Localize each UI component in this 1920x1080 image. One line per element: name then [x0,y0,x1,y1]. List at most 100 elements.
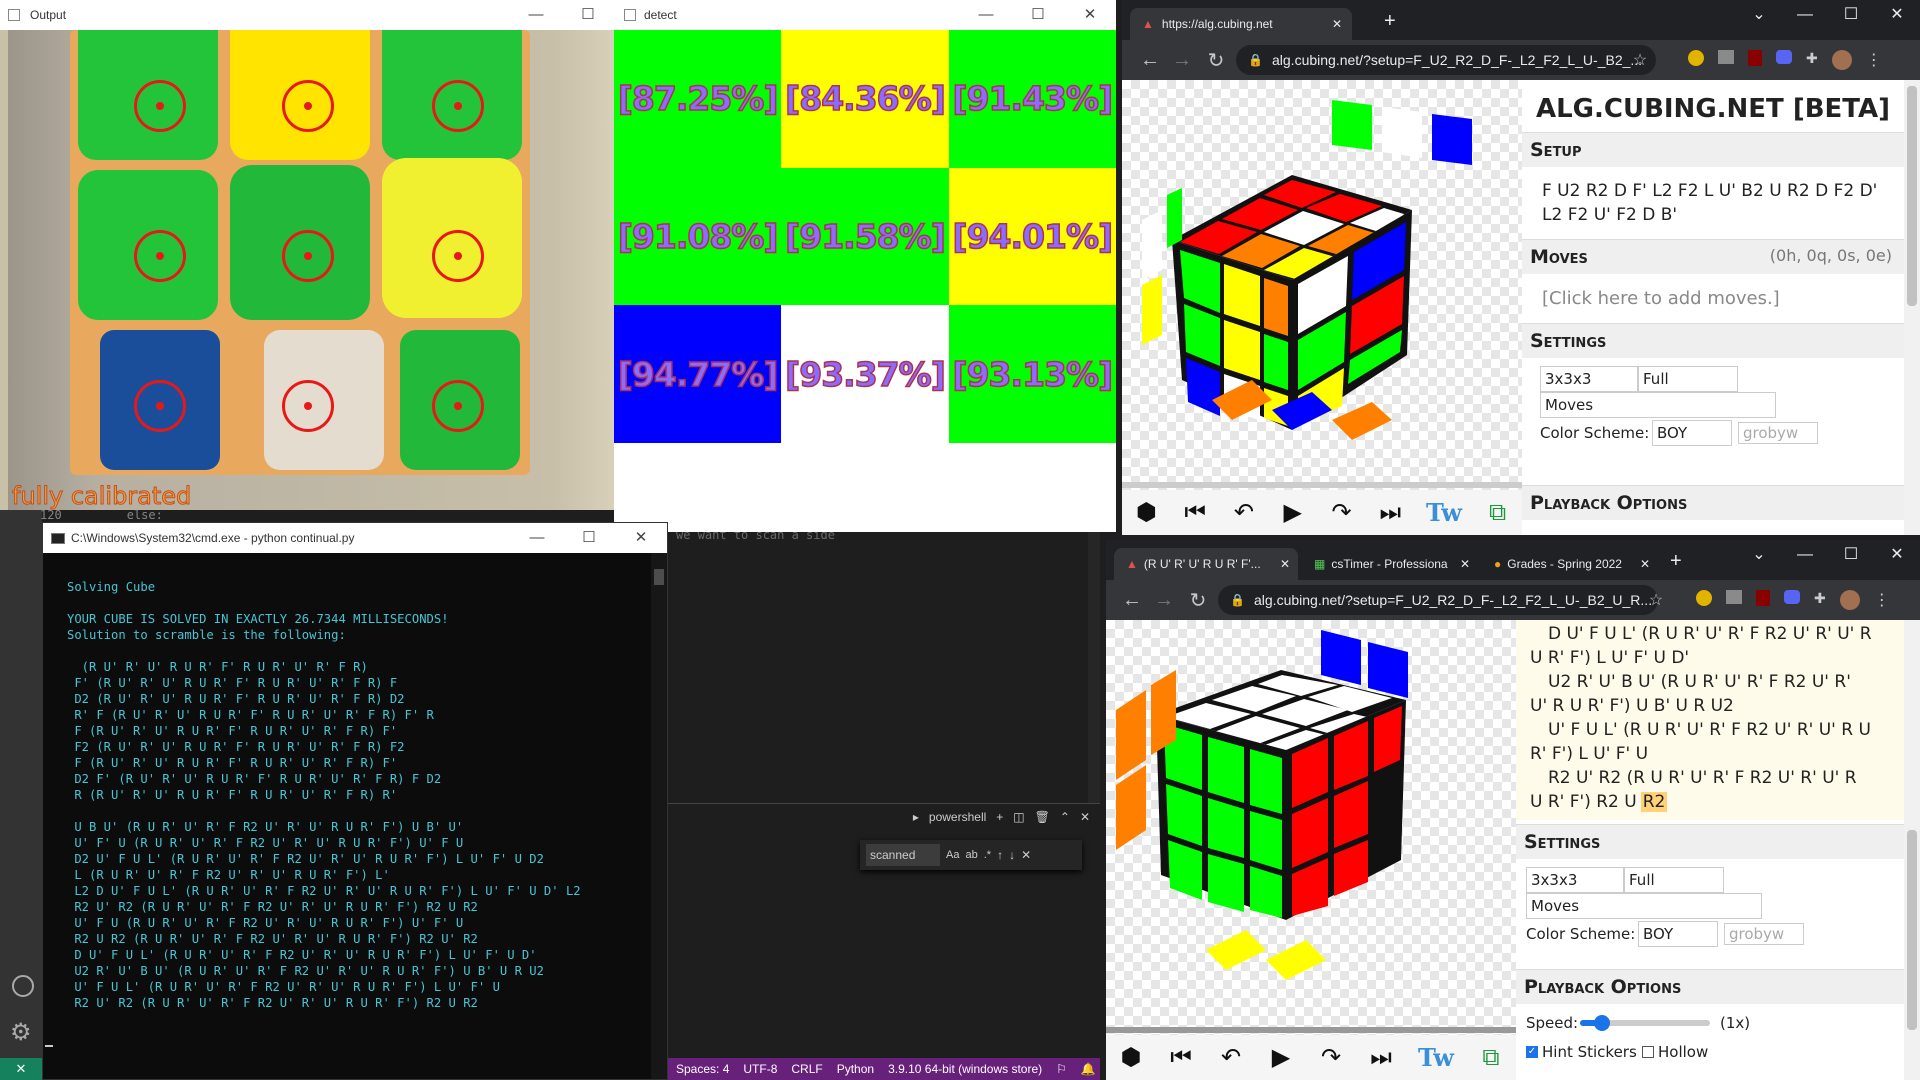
back-icon[interactable]: ← [1138,49,1162,72]
current-move-highlight[interactable]: R2 [1640,792,1668,812]
tab-alg-cubing[interactable]: ▲ https://alg.cubing.net ✕ [1130,8,1352,40]
step-forward-icon[interactable]: ↷ [1306,1043,1356,1072]
split-terminal-icon[interactable]: ◫ [1013,810,1024,824]
bell-icon[interactable]: 🔔 [1081,1062,1096,1076]
stage-select[interactable]: Full [1638,366,1738,392]
prev-match-icon[interactable]: ↑ [997,848,1003,862]
tab-cstimer[interactable]: ▦ csTimer - Professiona ✕ [1302,548,1478,580]
extension-icon[interactable] [1696,590,1712,606]
status-encoding[interactable]: UTF-8 [743,1062,777,1076]
back-icon[interactable]: ← [1120,589,1144,612]
gear-icon[interactable]: ⚙ [10,1018,32,1047]
avatar[interactable] [1839,590,1860,610]
ublock-icon[interactable] [1756,590,1770,606]
setup-text[interactable]: F U2 R2 D F' L2 F2 L U' B2 U R2 D F2 D' … [1522,167,1904,239]
close-tab-icon[interactable]: ✕ [1640,557,1650,571]
extension-icon[interactable] [1688,50,1704,66]
reload-icon[interactable]: ↻ [1186,588,1210,613]
timeline-slider[interactable] [1106,1027,1516,1033]
step-back-icon[interactable]: ↶ [1220,498,1269,527]
extension-icon[interactable] [1726,590,1742,604]
cube-view-icon[interactable]: ⬢ [1106,1043,1156,1072]
extension-icon[interactable] [1718,50,1734,64]
minimize-button[interactable]: — [1782,540,1828,570]
color-scheme-select[interactable]: BOY [1652,420,1732,446]
step-back-icon[interactable]: ↶ [1206,1043,1256,1072]
maximize-button[interactable]: ☐ [1012,0,1064,30]
maximize-button[interactable]: ☐ [1828,0,1874,30]
color-scheme-input[interactable]: grobyw [1738,422,1818,444]
cube-view-icon[interactable]: ⬢ [1122,498,1171,527]
scroll-thumb[interactable] [1907,830,1917,1030]
star-icon[interactable]: ☆ [1644,590,1668,610]
close-find-icon[interactable]: ✕ [1021,848,1031,862]
whole-word-icon[interactable]: ab [965,849,977,861]
close-button[interactable]: ✕ [1874,0,1920,30]
status-eol[interactable]: CRLF [791,1062,822,1076]
skip-start-icon[interactable]: ⏮ [1171,499,1220,527]
menu-icon[interactable]: ⋮ [1874,590,1890,610]
address-bar[interactable]: 🔒 alg.cubing.net/?setup=F_U2_R2_D_F-_L2_… [1236,45,1656,75]
twizzle-logo[interactable]: Tw [1415,498,1474,527]
forward-icon[interactable]: → [1152,589,1176,612]
hint-checkbox[interactable]: ✓ [1526,1046,1538,1058]
mode-select[interactable]: Moves [1526,893,1762,919]
scroll-thumb[interactable] [654,569,664,585]
feedback-icon[interactable]: ⚐ [1056,1062,1067,1076]
ublock-icon[interactable] [1748,50,1762,66]
maximize-button[interactable]: ☐ [563,523,615,553]
stage-select[interactable]: Full [1624,867,1724,893]
color-scheme-select[interactable]: BOY [1638,921,1718,947]
tab-alg-cubing[interactable]: ▲ (R U' R' U' R U R' F'... ✕ [1114,548,1298,580]
slider-thumb[interactable] [1594,1015,1610,1031]
menu-icon[interactable]: ⋮ [1866,50,1882,70]
close-button[interactable]: ✕ [615,523,667,553]
skip-start-icon[interactable]: ⏮ [1156,1044,1206,1072]
find-input[interactable]: scanned [866,844,940,866]
status-interpreter[interactable]: 3.9.10 64-bit (windows store) [888,1062,1042,1076]
puzzle-icon[interactable]: ✚ [1814,590,1826,610]
console-scrollbar[interactable] [651,553,667,1079]
step-forward-icon[interactable]: ↷ [1317,498,1366,527]
status-spaces[interactable]: Spaces: 4 [676,1062,729,1076]
tab-search-icon[interactable]: ⌄ [1736,0,1782,30]
trash-icon[interactable]: 🗑 [1035,810,1050,824]
minimize-button[interactable]: — [510,0,562,30]
cube-viewer[interactable] [1106,620,1516,1080]
close-tab-icon[interactable]: ✕ [1280,557,1290,571]
twizzle-logo[interactable]: Tw [1406,1043,1466,1072]
tab-grades[interactable]: ● Grades - Spring 2022 ✕ [1482,548,1658,580]
close-tab-icon[interactable]: ✕ [1332,17,1342,31]
new-tab-icon[interactable]: + [1384,10,1396,33]
forward-icon[interactable]: → [1170,49,1194,72]
skip-end-icon[interactable]: ⏭ [1356,1044,1406,1072]
puzzle-select[interactable]: 3x3x3 [1526,867,1624,893]
close-tab-icon[interactable]: ✕ [1460,557,1470,571]
puzzle-icon[interactable]: ✚ [1806,50,1818,70]
mode-select[interactable]: Moves [1540,392,1776,418]
moves-list[interactable]: D U' F U L' (R U R' U' R' F R2 U' R' U' … [1516,620,1904,820]
close-button[interactable]: ✕ [1064,0,1116,30]
close-button[interactable]: ✕ [1874,540,1920,570]
match-case-icon[interactable]: Aa [946,849,959,861]
tab-search-icon[interactable]: ⌄ [1736,540,1782,570]
moves-input[interactable]: [Click here to add moves.] [1522,274,1904,323]
close-icon[interactable]: ✕ [1080,810,1090,824]
star-icon[interactable]: ☆ [1628,50,1652,70]
status-language[interactable]: Python [837,1062,874,1076]
avatar[interactable] [1831,50,1852,70]
play-icon[interactable]: ▶ [1256,1043,1306,1072]
page-scrollbar[interactable] [1904,80,1920,535]
address-bar[interactable]: 🔒 alg.cubing.net/?setup=F_U2_R2_D_F-_L2_… [1218,585,1658,615]
reload-icon[interactable]: ↻ [1204,48,1228,73]
terminal-label[interactable]: powershell [929,810,986,824]
maximize-button[interactable]: ☐ [562,0,614,30]
maximize-button[interactable]: ☐ [1828,540,1874,570]
minimize-button[interactable]: — [1782,0,1828,30]
add-terminal-icon[interactable]: + [996,810,1003,824]
new-tab-icon[interactable]: + [1670,550,1682,573]
discord-icon[interactable] [1784,590,1800,604]
page-scrollbar[interactable] [1904,620,1920,1080]
play-icon[interactable]: ▶ [1268,498,1317,527]
puzzle-select[interactable]: 3x3x3 [1540,366,1638,392]
